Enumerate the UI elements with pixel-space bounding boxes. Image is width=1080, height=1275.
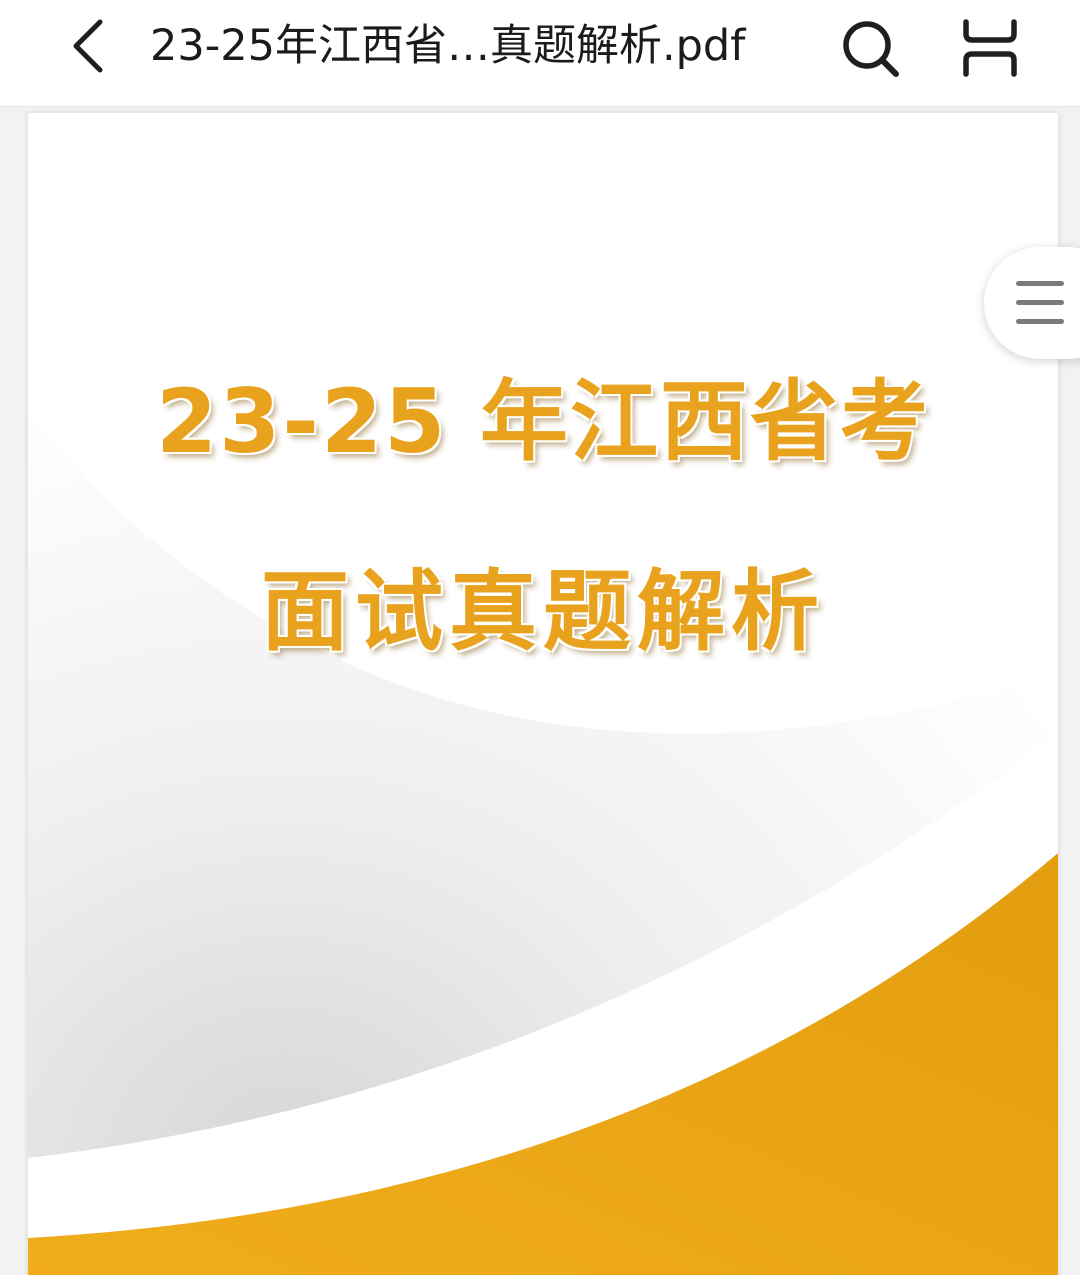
top-app-bar: 23-25年江西省…真题解析.pdf bbox=[0, 0, 1080, 107]
document-title: 23-25年江西省…真题解析.pdf bbox=[150, 21, 746, 71]
search-icon bbox=[843, 21, 899, 77]
back-button[interactable] bbox=[58, 14, 122, 78]
cover-title-line2: 面试真题解析 bbox=[260, 560, 825, 663]
pdf-page: 23-25 年江西省考 面试真题解析 bbox=[28, 113, 1058, 1275]
reader-mode-icon bbox=[963, 19, 1017, 77]
search-button[interactable] bbox=[836, 14, 904, 82]
reader-mode-button[interactable] bbox=[956, 16, 1024, 80]
pdf-viewer[interactable]: 23-25 年江西省考 面试真题解析 bbox=[0, 107, 1080, 1275]
cover-background bbox=[28, 113, 1058, 1275]
chevron-left-icon bbox=[73, 19, 103, 73]
cover-title-line1: 23-25 年江西省考 bbox=[155, 370, 931, 473]
